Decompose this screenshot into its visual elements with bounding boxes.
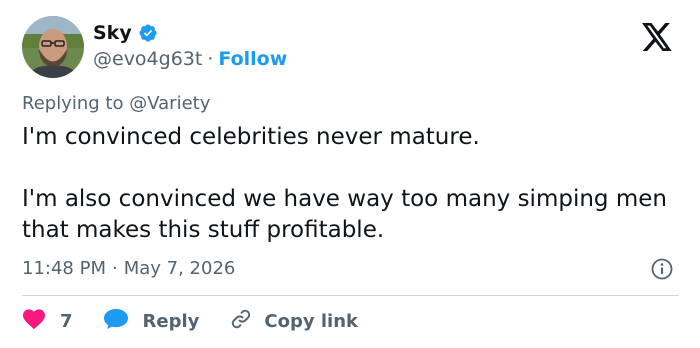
action-bar: 7 Reply Copy link (22, 308, 358, 334)
info-icon[interactable] (651, 258, 673, 280)
copy-link-button[interactable]: Copy link (229, 307, 358, 336)
author-handle-row: @evo4g63t · Follow (93, 48, 287, 70)
heart-icon (22, 308, 46, 335)
tweet-text: I'm convinced celebrities never mature. … (22, 122, 682, 246)
tweet-paragraph: I'm convinced celebrities never mature. (22, 124, 480, 150)
avatar-image (22, 16, 84, 78)
follow-button[interactable]: Follow (218, 48, 287, 70)
reply-context-prefix: Replying to (22, 93, 124, 114)
x-logo-icon[interactable] (641, 22, 673, 52)
reply-label: Reply (142, 310, 200, 332)
like-count: 7 (60, 310, 73, 332)
tweet-time[interactable]: 11:48 PM (22, 258, 106, 279)
avatar[interactable] (22, 16, 84, 78)
divider (22, 295, 679, 296)
verified-badge-icon (138, 23, 158, 43)
reply-mention-link[interactable]: @Variety (129, 93, 210, 114)
tweet-date[interactable]: May 7, 2026 (124, 258, 236, 279)
author-name-row: Sky (93, 22, 158, 44)
reply-button[interactable]: Reply (103, 308, 200, 335)
link-icon (229, 307, 253, 336)
tweet-paragraph: I'm also convinced we have way too many … (22, 186, 667, 243)
like-button[interactable]: 7 (22, 308, 73, 335)
copy-link-label: Copy link (264, 310, 358, 332)
reply-context: Replying to @Variety (22, 93, 210, 114)
tweet-card: Sky @evo4g63t · Follow Replying to @Vari… (0, 0, 700, 348)
separator: · (207, 48, 214, 70)
display-name[interactable]: Sky (93, 22, 132, 44)
author-handle[interactable]: @evo4g63t (93, 48, 202, 70)
speech-bubble-icon (103, 308, 129, 335)
separator: · (111, 258, 118, 279)
tweet-timestamp: 11:48 PM · May 7, 2026 (22, 258, 235, 279)
